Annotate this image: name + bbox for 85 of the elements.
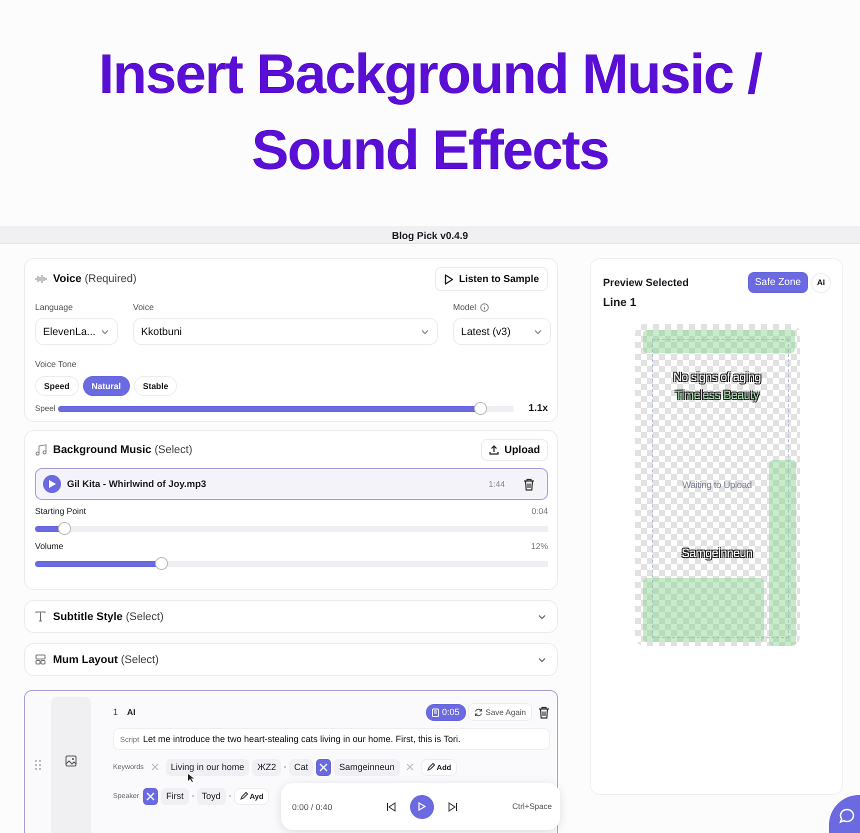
dropdown[interactable]: ElevenLa... bbox=[35, 318, 118, 345]
safe-zone-toggle[interactable]: Safe Zone bbox=[748, 272, 808, 293]
window-title: Blog Pick v0.4.9 bbox=[392, 231, 468, 242]
separator-dot bbox=[192, 795, 194, 797]
tag[interactable]: ЖZ2 bbox=[252, 758, 282, 776]
line-label: Line 1 bbox=[603, 297, 636, 309]
upload-button[interactable]: Upload bbox=[481, 439, 548, 461]
remove-button[interactable] bbox=[143, 788, 158, 804]
voice-tag: AI bbox=[127, 706, 136, 718]
skip-back-icon[interactable] bbox=[386, 802, 396, 812]
refresh-icon bbox=[474, 708, 483, 716]
cursor-icon bbox=[187, 773, 194, 783]
duration-badge: 0:05 bbox=[426, 704, 466, 720]
field-label: Voice Tone bbox=[35, 359, 76, 369]
caption-text: Timeless Beauty bbox=[675, 388, 759, 402]
status-text: Waiting to Upload bbox=[682, 480, 752, 491]
slider-label: Speel bbox=[35, 404, 56, 413]
separator-dot bbox=[284, 766, 286, 768]
listen-to-sample-button[interactable]: Listen to Sample bbox=[434, 267, 548, 291]
playback-time: 0:00 / 0:40 bbox=[292, 802, 332, 812]
chat-button[interactable] bbox=[829, 795, 860, 833]
save-again-button[interactable]: Save Again bbox=[468, 703, 532, 721]
play-icon bbox=[48, 480, 56, 488]
trash-icon[interactable] bbox=[538, 706, 550, 718]
ai-toggle[interactable]: AI bbox=[811, 272, 831, 292]
slider-value: 0:04 bbox=[531, 506, 548, 516]
clipboard-icon bbox=[432, 708, 439, 716]
slider-handle[interactable] bbox=[58, 522, 70, 535]
dropdown[interactable]: Latest (v3) bbox=[453, 318, 551, 345]
text-icon bbox=[35, 611, 46, 622]
section-title: Background Music (Select) bbox=[53, 444, 192, 456]
image-icon bbox=[65, 755, 77, 767]
pencil-icon bbox=[240, 792, 248, 800]
field-label: Model bbox=[453, 301, 476, 313]
slider-value: 12% bbox=[530, 541, 548, 551]
tone-option[interactable]: Natural bbox=[82, 376, 130, 396]
headline: Insert Background Music / bbox=[98, 41, 762, 107]
tag[interactable]: Living in our home bbox=[166, 758, 250, 776]
collapsible-section[interactable]: Mum Layout (Select) bbox=[24, 643, 558, 676]
drag-handle-icon[interactable] bbox=[35, 760, 41, 770]
dropdown[interactable]: Kkotbuni bbox=[133, 318, 438, 345]
close-icon bbox=[151, 763, 160, 771]
close-icon bbox=[406, 763, 414, 771]
play-icon bbox=[444, 274, 454, 284]
tone-option[interactable]: Speed bbox=[35, 376, 79, 396]
track-name: Gil Kita - Whirlwind of Joy.mp3 bbox=[67, 478, 206, 490]
line-number: 1 bbox=[113, 707, 118, 717]
audio-track[interactable]: Gil Kita - Whirlwind of Joy.mp3 1:44 bbox=[35, 468, 548, 500]
shortcut-hint: Ctrl+Space bbox=[512, 802, 552, 811]
field-label: Language bbox=[35, 301, 73, 313]
section-title: Subtitle Style (Select) bbox=[53, 610, 164, 622]
field-label: Voice bbox=[133, 301, 154, 313]
pencil-icon bbox=[426, 763, 435, 771]
upload-icon bbox=[489, 445, 500, 455]
trash-icon[interactable] bbox=[523, 478, 535, 490]
play-icon bbox=[418, 802, 426, 811]
caption-text: No signs of aging bbox=[673, 370, 761, 384]
section-title: Voice (Required) bbox=[53, 273, 137, 285]
slider-label: Starting Point bbox=[35, 506, 86, 516]
play-button[interactable] bbox=[43, 475, 61, 493]
slider-handle[interactable] bbox=[154, 557, 168, 570]
close-icon bbox=[146, 792, 156, 800]
track-duration: 1:44 bbox=[488, 479, 505, 489]
close-icon bbox=[319, 762, 328, 772]
tag[interactable]: Cat bbox=[289, 758, 314, 776]
caption-text: Samgeinneun bbox=[682, 546, 752, 560]
music-note-icon bbox=[35, 444, 47, 456]
collapsible-section[interactable]: Subtitle Style (Select) bbox=[24, 600, 558, 633]
slider-handle[interactable] bbox=[474, 402, 487, 415]
layout-icon bbox=[35, 654, 46, 665]
slider-value: 1.1x bbox=[528, 403, 548, 414]
tone-option[interactable]: Stable bbox=[134, 376, 178, 396]
tag[interactable]: First bbox=[161, 788, 189, 804]
panel-title: Preview Selected bbox=[603, 276, 689, 288]
slider-label: Volume bbox=[35, 541, 64, 551]
remove-button[interactable] bbox=[316, 758, 332, 776]
tag[interactable]: Toyd bbox=[196, 788, 226, 804]
separator-dot bbox=[228, 795, 231, 797]
skip-forward-icon[interactable] bbox=[448, 802, 458, 812]
section-title: Mum Layout (Select) bbox=[53, 654, 159, 666]
chat-icon bbox=[838, 808, 854, 824]
play-button[interactable] bbox=[410, 794, 434, 818]
tag[interactable]: Samgeinneun bbox=[334, 758, 400, 776]
waveform-icon bbox=[35, 274, 47, 284]
headline: Sound Effects bbox=[252, 117, 608, 183]
